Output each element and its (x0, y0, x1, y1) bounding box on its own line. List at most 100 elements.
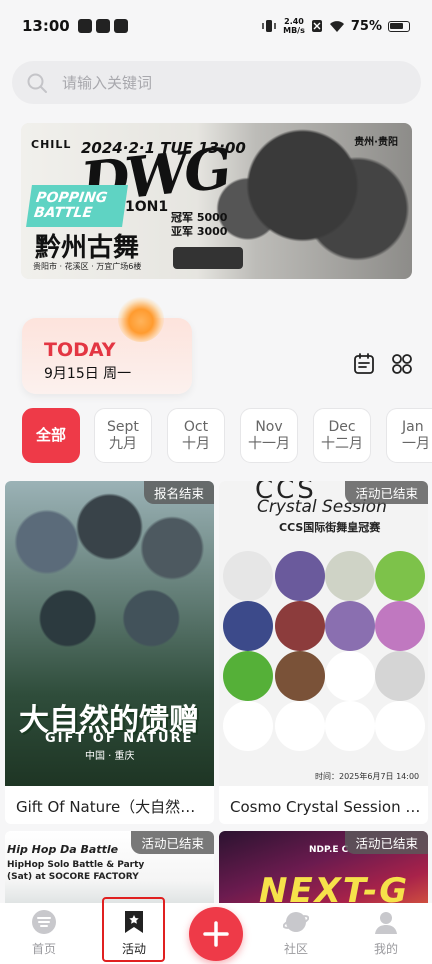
banner-city: 贵州·贵阳 (354, 137, 398, 148)
chip-sept[interactable]: Sept 九月 (94, 408, 152, 463)
dancer-avatar (223, 651, 273, 701)
banner-popping-tag: POPPING BATTLE (26, 185, 128, 227)
status-bar: 13:00 2.40 MB/s 75% (0, 0, 432, 52)
banner-popping-line2: BATTLE (32, 205, 94, 221)
today-title: TODAY (44, 339, 116, 361)
dancer-avatar (375, 551, 425, 601)
event-card-cosmo-crystal[interactable]: CCS Crystal Session CCS国际街舞皇冠赛 时间：2025年6… (219, 481, 428, 824)
event-banner[interactable]: CHILL DWG 2024·2·1 TUE 13:00 POPPING BAT… (21, 123, 412, 279)
grid-view-icon[interactable] (391, 353, 413, 375)
poster-line2: HipHop Solo Battle & Party (7, 860, 145, 870)
banner-prize-second: 亚军 3000 (171, 225, 228, 238)
dancer-avatar (325, 651, 375, 701)
dancer-avatar (275, 551, 325, 601)
chip-jan-cn: 一月 (402, 435, 430, 452)
poster-small: NDP.E C (309, 845, 349, 855)
search-icon (27, 73, 47, 93)
nav-activity-highlight (102, 897, 165, 962)
status-badge: 报名结束 (143, 481, 214, 504)
poster-cn-title: CCS国际街舞皇冠赛 (279, 521, 381, 534)
dancer-avatar (325, 701, 375, 751)
wifi-icon (329, 20, 344, 32)
banner-prize-first: 冠军 5000 (171, 211, 228, 224)
banner-date: 2024·2·1 TUE 13:00 (81, 139, 246, 157)
poster-line1: Hip Hop Da Battle (7, 843, 119, 856)
battery-icon (388, 20, 410, 32)
dancer-avatar (375, 651, 425, 701)
home-icon (32, 910, 56, 934)
month-filter: 全部 Sept 九月 Oct 十月 Nov 十一月 Dec 十二月 Jan 一月 (0, 408, 432, 464)
event-poster: CCS Crystal Session CCS国际街舞皇冠赛 时间：2025年6… (219, 481, 428, 786)
dancer-avatar (275, 651, 325, 701)
speed-unit: MB/s (283, 26, 305, 35)
create-button[interactable] (189, 907, 243, 961)
banner-address: 贵阳市 · 花溪区 · 万宜广场6楼 (33, 262, 142, 271)
chip-dec[interactable]: Dec 十二月 (313, 408, 371, 463)
chip-oct-cn: 十月 (182, 435, 210, 452)
search-bar[interactable] (12, 61, 421, 104)
chip-jan-en: Jan (402, 418, 424, 435)
banner-prizes: 冠军 5000 亚军 3000 (171, 211, 227, 239)
bell-icon (118, 296, 164, 342)
calendar-icon[interactable] (353, 353, 375, 375)
banner-title: 黔州古舞 (35, 233, 140, 263)
dancer-avatar (325, 601, 375, 651)
chip-all-label: 全部 (35, 426, 66, 444)
nav-mine[interactable]: 我的 (356, 909, 416, 957)
notification-icons (77, 19, 128, 33)
tiktok-icon (77, 19, 92, 33)
banner-format: 1ON1 (125, 199, 169, 215)
chip-sept-en: Sept (107, 418, 139, 435)
sim-off-icon (311, 20, 322, 32)
poster-line3: (Sat) at SOCORE FACTORY (7, 872, 139, 882)
today-date: 9月15日 周一 (44, 366, 132, 382)
dancer-avatar (275, 601, 325, 651)
user-icon (375, 912, 397, 934)
vibrate-icon (262, 20, 276, 32)
event-name: Cosmo Crystal Session 国际街舞皇冠赛 (230, 798, 422, 816)
nav-mine-label: 我的 (373, 942, 398, 956)
status-badge: 活动已结束 (131, 831, 214, 854)
chip-all[interactable]: 全部 (22, 408, 80, 463)
banner-logo-wrap: CHILL (31, 133, 71, 152)
plus-icon (203, 921, 229, 947)
chip-jan[interactable]: Jan 一月 (386, 408, 432, 463)
poster-city: 中国 · 重庆 (85, 751, 135, 762)
chip-dec-en: Dec (328, 418, 356, 435)
banner-popping-line1: POPPING (35, 190, 109, 206)
poster-subtitle: GIFT OF NATURE (45, 731, 194, 746)
dancer-avatar (375, 701, 425, 751)
dancer-avatar (275, 701, 325, 751)
chip-sept-cn: 九月 (109, 435, 137, 452)
today-card[interactable]: TODAY 9月15日 周一 (22, 318, 192, 394)
battery-level: 75% (350, 18, 382, 34)
chip-nov[interactable]: Nov 十一月 (240, 408, 298, 463)
chip-dec-cn: 十二月 (321, 435, 363, 452)
status-badge: 活动已结束 (345, 831, 428, 854)
event-name: Gift Of Nature（大自然的馈赠） (16, 798, 208, 816)
poster-time: 时间：2025年6月7日 14:00 (315, 772, 420, 781)
status-right: 2.40 MB/s 75% (261, 17, 410, 35)
dancer-avatar (223, 601, 273, 651)
nav-home-label: 首页 (31, 942, 56, 956)
chip-oct[interactable]: Oct 十月 (167, 408, 225, 463)
network-speed: 2.40 MB/s (283, 17, 305, 35)
message-icon (95, 19, 110, 33)
chip-nov-cn: 十一月 (248, 435, 290, 452)
chip-nov-en: Nov (255, 418, 283, 435)
status-badge: 活动已结束 (345, 481, 428, 504)
speed-value: 2.40 (284, 17, 304, 26)
banner-logo: CHILL (31, 138, 72, 151)
dancer-avatar (223, 701, 273, 751)
banner-qr-code (173, 247, 243, 269)
event-card-gift-of-nature[interactable]: 大自然的馈赠 GIFT OF NATURE 中国 · 重庆 报名结束 Gift … (5, 481, 214, 824)
nav-community[interactable]: 社区 (266, 909, 326, 957)
nav-community-label: 社区 (283, 942, 308, 956)
search-input[interactable] (62, 73, 362, 92)
event-poster: 大自然的馈赠 GIFT OF NATURE 中国 · 重庆 (5, 481, 214, 786)
dancer-avatar (223, 551, 273, 601)
nav-home[interactable]: 首页 (14, 909, 74, 957)
chip-oct-en: Oct (183, 418, 209, 435)
app-screen: 13:00 2.40 MB/s 75% CHILL DWG 2024·2 (0, 0, 432, 964)
dancer-avatar (325, 551, 375, 601)
